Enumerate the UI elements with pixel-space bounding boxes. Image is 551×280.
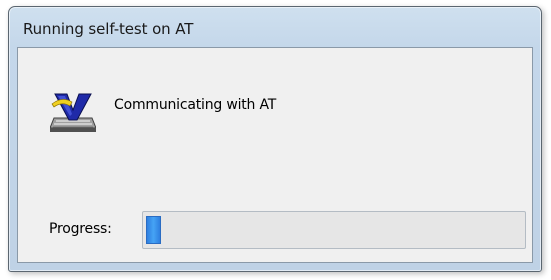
progress-fill	[146, 216, 161, 244]
progress-bar	[142, 211, 526, 249]
vector-v-device-icon	[50, 93, 96, 132]
progress-label: Progress:	[49, 221, 112, 237]
status-message: Communicating with AT	[114, 97, 277, 113]
self-test-dialog: Running self-test on AT Communicating wi…	[8, 6, 542, 272]
dialog-content: Communicating with AT Progress:	[17, 47, 533, 263]
window-title: Running self-test on AT	[23, 20, 194, 38]
title-bar[interactable]: Running self-test on AT	[9, 7, 541, 47]
